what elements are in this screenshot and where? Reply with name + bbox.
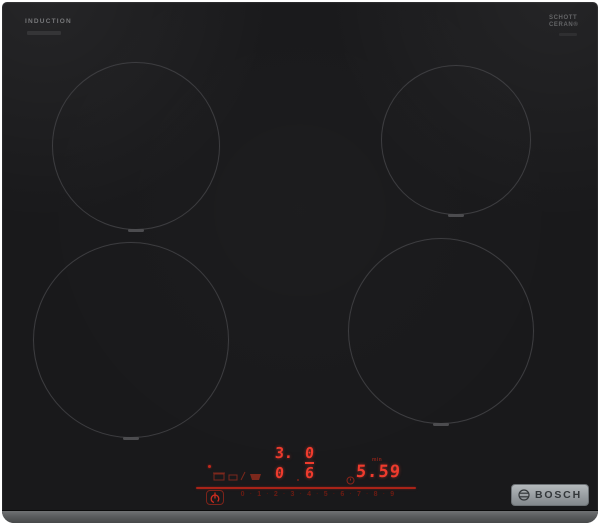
slider-level-8[interactable]: 8 bbox=[366, 491, 378, 498]
bosch-logo-badge: BOSCH bbox=[511, 484, 589, 506]
function-icons-row[interactable] bbox=[213, 469, 265, 487]
power-level-slider[interactable]: 0123456789 bbox=[238, 491, 397, 498]
timer-display[interactable]: 5.59 bbox=[355, 462, 401, 482]
power-icon bbox=[210, 491, 220, 503]
schott-subtext-blur bbox=[559, 33, 577, 36]
schott-ceran-label: SCHOTT CERAN® bbox=[549, 15, 578, 36]
decimal-dot bbox=[297, 479, 299, 481]
bosch-emblem-icon bbox=[518, 489, 530, 501]
slider-level-1[interactable]: 1 bbox=[250, 491, 261, 498]
zone-display-back-right[interactable]: 0 bbox=[304, 444, 314, 462]
red-indicator-dot bbox=[208, 465, 211, 468]
slider-track-line bbox=[196, 487, 416, 489]
power-button[interactable] bbox=[206, 490, 224, 505]
slider-level-9[interactable]: 9 bbox=[383, 491, 394, 498]
cooking-zone-back-left bbox=[52, 62, 220, 230]
slider-level-7[interactable]: 7 bbox=[349, 491, 361, 498]
zone-display-front-left[interactable]: 0 bbox=[274, 464, 284, 482]
slider-level-3[interactable]: 3 bbox=[283, 491, 294, 498]
slider-level-2[interactable]: 2 bbox=[266, 491, 278, 498]
timer-assigned-bar bbox=[305, 462, 314, 464]
schott-line1: SCHOTT bbox=[549, 15, 578, 21]
schott-line2: CERAN® bbox=[549, 22, 579, 28]
slider-level-6[interactable]: 6 bbox=[333, 491, 344, 498]
slider-level-4[interactable]: 4 bbox=[300, 491, 311, 498]
pot-pause-keepwarm-icons bbox=[213, 471, 261, 481]
bosch-logo-text: BOSCH bbox=[535, 489, 582, 501]
slider-level-0[interactable]: 0 bbox=[241, 491, 245, 498]
front-bevel-strip bbox=[2, 511, 598, 523]
model-code-blur bbox=[27, 31, 61, 35]
induction-hob: INDUCTION SCHOTT CERAN® 3. 0 0 6 min 5.5… bbox=[2, 2, 598, 523]
induction-label: INDUCTION bbox=[25, 18, 72, 25]
slider-level-5[interactable]: 5 bbox=[316, 491, 328, 498]
zone-display-back-left[interactable]: 3. bbox=[274, 444, 293, 462]
cooking-zone-front-right bbox=[348, 238, 534, 424]
cooking-zone-front-left bbox=[33, 242, 229, 438]
cooking-zone-back-right bbox=[381, 65, 531, 215]
zone-display-front-right[interactable]: 6 bbox=[304, 464, 314, 482]
